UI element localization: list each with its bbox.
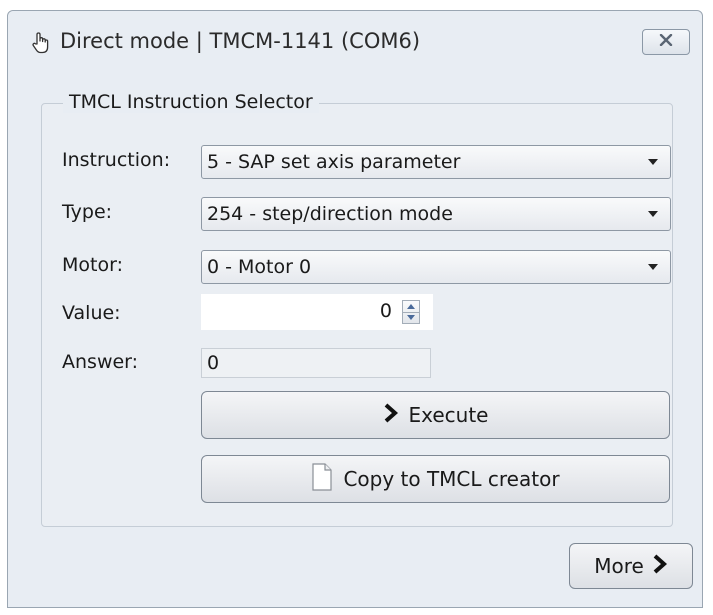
type-label: Type: xyxy=(62,201,113,223)
motor-select[interactable]: 0 - Motor 0 xyxy=(201,250,671,284)
chevron-right-icon xyxy=(383,403,399,428)
close-button[interactable] xyxy=(642,29,690,55)
execute-button[interactable]: Execute xyxy=(201,391,670,439)
instruction-value: 5 - SAP set axis parameter xyxy=(207,151,461,173)
answer-value: 0 xyxy=(207,352,220,374)
answer-label: Answer: xyxy=(62,351,139,373)
more-label: More xyxy=(594,554,644,578)
document-icon xyxy=(311,462,333,496)
title-bar: Direct mode | TMCM-1141 (COM6) xyxy=(8,11,702,73)
dropdown-arrow-icon xyxy=(648,211,658,217)
copy-label: Copy to TMCL creator xyxy=(343,467,560,491)
more-button[interactable]: More xyxy=(569,543,693,589)
instruction-select[interactable]: 5 - SAP set axis parameter xyxy=(201,145,671,179)
spin-buttons[interactable] xyxy=(402,300,420,324)
hand-cursor-icon xyxy=(30,31,52,55)
group-title: TMCL Instruction Selector xyxy=(63,91,319,113)
type-value: 254 - step/direction mode xyxy=(207,203,453,225)
value-spinbox[interactable]: 0 xyxy=(201,294,433,330)
value-label: Value: xyxy=(62,302,121,324)
type-select[interactable]: 254 - step/direction mode xyxy=(201,197,671,231)
answer-field: 0 xyxy=(201,348,431,378)
window-title: Direct mode | TMCM-1141 (COM6) xyxy=(60,29,421,53)
close-icon xyxy=(659,33,673,50)
spin-divider xyxy=(403,312,419,313)
dropdown-arrow-icon xyxy=(648,159,658,165)
copy-to-tmcl-creator-button[interactable]: Copy to TMCL creator xyxy=(201,455,670,503)
chevron-right-icon xyxy=(652,554,668,579)
motor-label: Motor: xyxy=(62,254,123,276)
value-input[interactable]: 0 xyxy=(380,300,392,322)
instruction-label: Instruction: xyxy=(62,149,171,171)
spin-down-icon[interactable] xyxy=(407,315,415,320)
dropdown-arrow-icon xyxy=(648,264,658,270)
execute-label: Execute xyxy=(408,403,489,427)
motor-value: 0 - Motor 0 xyxy=(207,256,312,278)
direct-mode-window: Direct mode | TMCM-1141 (COM6) TMCL Inst… xyxy=(7,10,703,608)
spin-up-icon[interactable] xyxy=(407,304,415,309)
